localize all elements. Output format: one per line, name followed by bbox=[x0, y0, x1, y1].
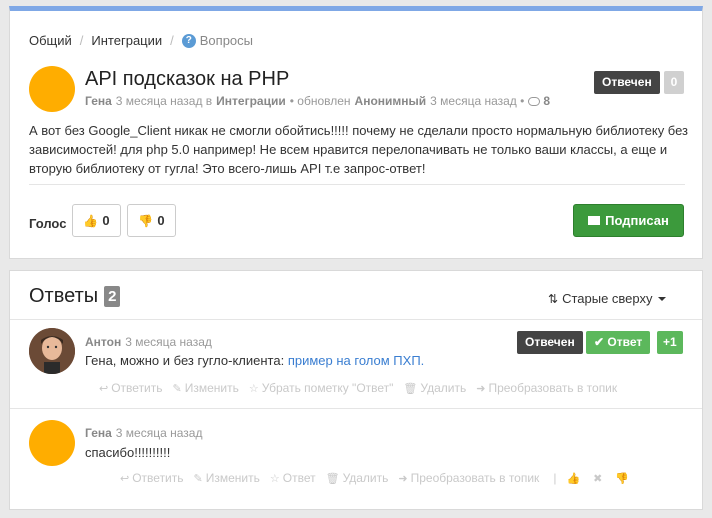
comments-icon bbox=[528, 96, 541, 106]
answers-count-badge: 2 bbox=[104, 286, 121, 307]
breadcrumb: Общий / Интеграции / ? Вопросы bbox=[29, 33, 253, 48]
answer-avatar[interactable] bbox=[29, 328, 75, 374]
breadcrumb-item-questions: ? Вопросы bbox=[181, 33, 254, 48]
thumbs-down-icon: 👎 bbox=[138, 213, 154, 228]
topic-time: 3 месяца назад в bbox=[115, 94, 213, 108]
convert-to-topic-button[interactable]: ➜ Преобразовать в топик bbox=[476, 381, 617, 395]
like-button[interactable]: 👍 bbox=[566, 472, 583, 485]
topic-updated-by[interactable]: Анонимный bbox=[355, 94, 427, 108]
breadcrumb-current-label: Вопросы bbox=[199, 33, 254, 48]
breadcrumb-item-general[interactable]: Общий bbox=[29, 33, 72, 48]
edit-button[interactable]: ✎ Изменить bbox=[194, 471, 260, 485]
breadcrumb-item-integrations[interactable]: Интеграции bbox=[91, 33, 162, 48]
answers-heading: Ответы 2 bbox=[29, 285, 121, 308]
answer-author-link[interactable]: Гена bbox=[85, 426, 112, 440]
question-icon: ? bbox=[181, 33, 196, 48]
accepted-answer-label: Ответ bbox=[607, 335, 643, 349]
vote-down-button[interactable]: 👎 0 bbox=[127, 204, 176, 237]
reply-icon: ↩ bbox=[120, 472, 130, 485]
mark-answer-button[interactable]: ☆ Ответ bbox=[270, 471, 316, 485]
actions-separator: | bbox=[553, 471, 557, 485]
edit-button[interactable]: ✎ Изменить bbox=[173, 381, 239, 395]
sort-label: Старые сверху bbox=[562, 291, 653, 306]
status-badge-answered: Отвечен bbox=[594, 71, 660, 94]
breadcrumb-separator: / bbox=[170, 33, 174, 48]
vote-up-button[interactable]: 👍 0 bbox=[72, 204, 121, 237]
thumbs-down-icon: 👎 bbox=[615, 472, 630, 485]
topic-category-link[interactable]: Интеграции bbox=[216, 94, 286, 108]
avatar-photo-icon bbox=[29, 328, 75, 374]
answers-card: Ответы 2 ⇅ Старые сверху Антон 3 месяца … bbox=[9, 270, 703, 510]
topic-updated-prefix: • обновлен bbox=[289, 94, 351, 108]
page-title: API подсказок на PHP bbox=[85, 68, 290, 90]
reply-count: 8 bbox=[543, 94, 551, 108]
dislike-button[interactable]: 👎 bbox=[615, 472, 632, 485]
sort-dropdown[interactable]: ⇅ Старые сверху bbox=[548, 291, 667, 306]
trash-icon: 🗑 bbox=[325, 472, 340, 485]
reply-button[interactable]: ↩ Ответить bbox=[120, 471, 184, 485]
divider bbox=[10, 408, 702, 409]
topic-body: А вот без Google_Client никак не смогли … bbox=[29, 123, 689, 176]
score-badge: 0 bbox=[664, 71, 684, 94]
divider bbox=[29, 184, 685, 185]
arrow-right-icon: ➜ bbox=[398, 472, 408, 485]
vote-label: Голос bbox=[29, 216, 67, 231]
plus-one-badge[interactable]: +1 bbox=[657, 331, 683, 354]
vote-down-count: 0 bbox=[157, 213, 165, 228]
answers-title: Ответы bbox=[29, 285, 99, 307]
answer-avatar[interactable] bbox=[29, 420, 75, 466]
star-icon: ☆ bbox=[269, 472, 280, 485]
answer-actions: ↩ Ответить ✎ Изменить ☆ Убрать пометку "Отв… bbox=[99, 381, 627, 395]
close-icon: ✖ bbox=[593, 472, 603, 485]
answer-actions: ↩ Ответить ✎ Изменить ☆ Ответ 🗑 Удалить ➜ Пре… bbox=[120, 471, 632, 485]
trash-icon: 🗑 bbox=[403, 382, 418, 395]
star-icon: ☆ bbox=[248, 382, 259, 395]
edit-icon: ✎ bbox=[172, 382, 182, 395]
reply-icon: ↩ bbox=[99, 382, 109, 395]
edit-icon: ✎ bbox=[193, 472, 203, 485]
delete-button[interactable]: 🗑 Удалить bbox=[326, 471, 389, 485]
author-avatar[interactable] bbox=[29, 66, 75, 112]
answer-text: Гена, можно и без гугло-клиента: пример … bbox=[85, 353, 424, 368]
check-icon: ✔ bbox=[594, 335, 608, 349]
answer-meta: Антон 3 месяца назад bbox=[85, 335, 212, 349]
unmark-answer-button[interactable]: ☆ Убрать пометку "Ответ" bbox=[249, 381, 394, 395]
answer-status-badge: Отвечен bbox=[517, 331, 583, 354]
breadcrumb-separator: / bbox=[79, 33, 84, 48]
answer-author-link[interactable]: Антон bbox=[85, 335, 121, 349]
answer-time: 3 месяца назад bbox=[125, 335, 212, 349]
answer-text: спасибо!!!!!!!!!! bbox=[85, 445, 171, 460]
vote-up-count: 0 bbox=[102, 213, 110, 228]
reply-button[interactable]: ↩ Ответить bbox=[99, 381, 163, 395]
thumbs-up-icon: 👍 bbox=[83, 213, 99, 228]
chevron-down-icon bbox=[658, 296, 667, 301]
envelope-icon bbox=[588, 216, 601, 225]
topic-updated-time: 3 месяца назад • bbox=[430, 94, 525, 108]
answer-link[interactable]: пример на голом ПХП. bbox=[288, 353, 424, 368]
answer-time: 3 месяца назад bbox=[115, 426, 203, 440]
convert-to-topic-button[interactable]: ➜ Преобразовать в топик bbox=[398, 471, 539, 485]
topic-author-link[interactable]: Гена bbox=[85, 94, 112, 108]
delete-button[interactable]: 🗑 Удалить bbox=[403, 381, 466, 395]
arrow-right-icon: ➜ bbox=[476, 382, 486, 395]
sort-icon: ⇅ bbox=[548, 291, 559, 306]
topic-card: Общий / Интеграции / ? Вопросы API подск… bbox=[9, 6, 703, 259]
subscribe-label: Подписан bbox=[605, 213, 669, 228]
answer-meta: Гена 3 месяца назад bbox=[85, 426, 202, 440]
accepted-answer-badge[interactable]: ✔ Ответ bbox=[586, 331, 651, 354]
answer-text-prefix: Гена, можно и без гугло-клиента: bbox=[85, 353, 285, 368]
close-button[interactable]: ✖ bbox=[593, 472, 605, 485]
topic-meta: Гена 3 месяца назад в Интеграции • обнов… bbox=[85, 94, 550, 108]
divider bbox=[10, 319, 702, 320]
subscribe-button[interactable]: Подписан bbox=[573, 204, 684, 237]
thumbs-up-icon: 👍 bbox=[566, 472, 581, 485]
